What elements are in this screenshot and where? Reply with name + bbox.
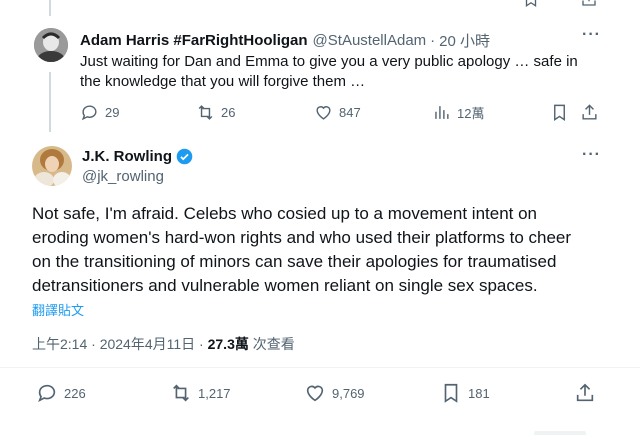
tweet-text-line: eroding women's hard-won rights and who … — [32, 228, 572, 247]
repost-button[interactable]: 1,217 — [170, 382, 231, 404]
share-button[interactable] — [574, 382, 596, 404]
author-handle[interactable]: @StAustellAdam — [313, 32, 427, 49]
bookmark-icon[interactable] — [522, 0, 540, 13]
bookmark-button[interactable] — [550, 103, 569, 122]
post-timestamp[interactable]: 上午2:14 · 2024年4月11日 · — [32, 334, 208, 354]
divider — [0, 367, 640, 368]
tweet-text-line: the knowledge that you will forgive them… — [80, 73, 366, 90]
like-button[interactable]: 9,769 — [304, 382, 365, 404]
repost-count: 1,217 — [198, 385, 231, 401]
reply-button-edge[interactable] — [534, 431, 586, 435]
avatar[interactable] — [34, 28, 68, 62]
views-icon — [435, 106, 449, 119]
reply-icon — [81, 105, 97, 121]
like-button[interactable]: 847 — [314, 103, 361, 122]
tweet-text-line: Just waiting for Dan and Emma to give yo… — [80, 53, 578, 70]
translate-link[interactable]: 翻譯貼文 — [32, 300, 84, 319]
view-count: 27.3萬 — [207, 336, 249, 352]
reply-button[interactable]: 226 — [36, 382, 86, 404]
thread-line-top — [49, 0, 51, 16]
repost-icon — [198, 105, 213, 120]
reply-count: 29 — [105, 105, 120, 120]
like-icon — [316, 106, 331, 120]
reply-icon — [38, 384, 56, 403]
like-icon — [306, 385, 324, 402]
views-button[interactable]: 12萬 — [432, 103, 484, 122]
share-icon — [582, 104, 597, 120]
repost-count: 26 — [221, 105, 236, 120]
tweet-text: Just waiting for Dan and Emma to give yo… — [80, 52, 620, 92]
reply-count: 226 — [64, 385, 86, 401]
views-count: 12萬 — [457, 106, 485, 121]
tweet-text-line: Not safe, I'm afraid. Celebs who cosied … — [32, 204, 538, 223]
verified-badge-icon — [176, 148, 193, 165]
view-label: 次查看 — [248, 336, 295, 352]
bookmark-icon — [554, 104, 565, 121]
share-icon — [576, 383, 594, 402]
tweet-text: Not safe, I'm afraid. Celebs who cosied … — [32, 202, 632, 298]
reply-button[interactable]: 29 — [80, 103, 119, 122]
like-count: 9,769 — [332, 385, 365, 401]
more-icon[interactable]: ··· — [582, 26, 601, 44]
avatar[interactable] — [32, 146, 72, 186]
share-button[interactable] — [580, 103, 599, 122]
like-count: 847 — [339, 105, 361, 120]
repost-icon — [173, 384, 189, 402]
post-time[interactable]: 20 小時 — [439, 30, 490, 51]
more-icon[interactable]: ··· — [582, 146, 601, 164]
bookmark-button[interactable]: 181 — [440, 382, 490, 404]
bookmark-icon — [444, 383, 458, 403]
bookmark-count: 181 — [468, 385, 490, 401]
tweet-text-line: detransitioners and vulnerable women rel… — [32, 276, 538, 295]
author-name[interactable]: J.K. Rowling — [82, 148, 172, 165]
repost-button[interactable]: 26 — [196, 103, 235, 122]
separator: · — [430, 32, 436, 49]
share-icon[interactable] — [580, 0, 598, 13]
author-name[interactable]: Adam Harris #FarRightHooligan — [80, 32, 308, 49]
tweet-text-line: on the transitioning of minors can save … — [32, 252, 557, 271]
thread-line — [49, 72, 51, 132]
author-handle[interactable]: @jk_rowling — [82, 168, 164, 185]
